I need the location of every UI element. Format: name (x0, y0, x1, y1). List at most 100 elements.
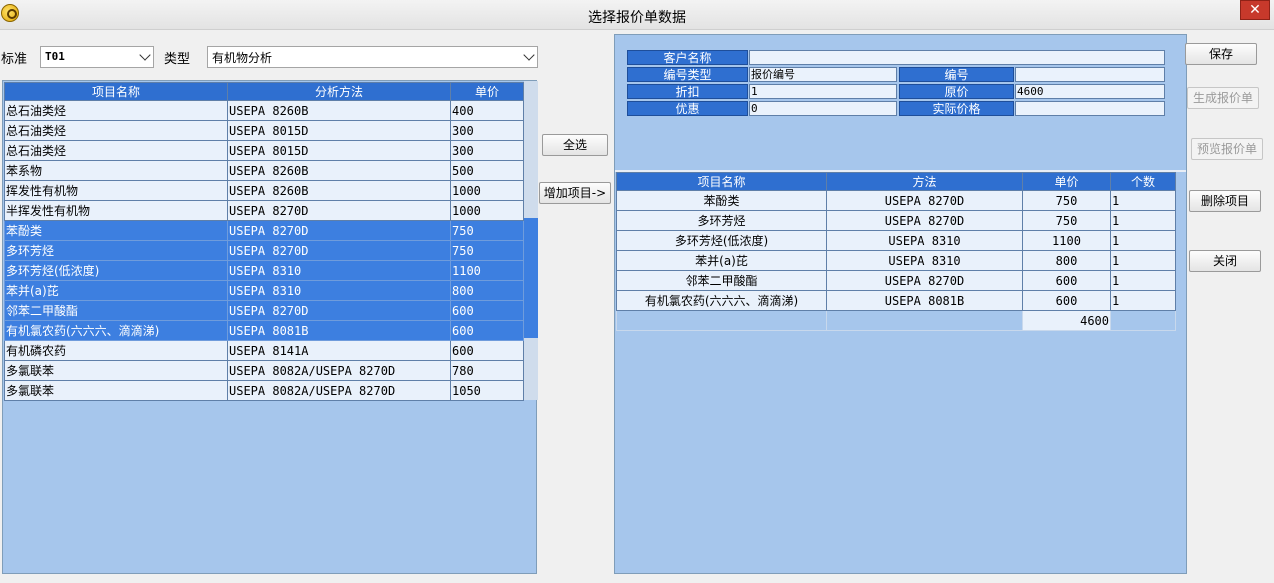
table-row[interactable]: 总石油类烃 USEPA 8015D 300 (4, 140, 524, 161)
select-all-button[interactable]: 全选 (542, 134, 608, 156)
table-row[interactable]: 苯酚类 USEPA 8270D 750 1 (616, 190, 1176, 211)
table-row[interactable]: 多环芳烃 USEPA 8270D 750 1 (616, 210, 1176, 231)
customer-name-label: 客户名称 (627, 50, 748, 65)
price-cell: 1050 (450, 380, 524, 401)
item-name-cell: 总石油类烃 (4, 140, 228, 161)
number-type-field[interactable]: 报价编号 (749, 67, 897, 82)
price-cell: 600 (450, 340, 524, 361)
method-cell: USEPA 8270D (826, 270, 1023, 291)
price-cell: 600 (450, 320, 524, 341)
method-cell: USEPA 8082A/USEPA 8270D (227, 360, 451, 381)
save-button[interactable]: 保存 (1185, 43, 1257, 65)
table-row[interactable]: 挥发性有机物 USEPA 8260B 1000 (4, 180, 524, 201)
table-row[interactable]: 有机氯农药(六六六、滴滴涕) USEPA 8081B 600 1 (616, 290, 1176, 311)
price-cell: 750 (450, 220, 524, 241)
table-row[interactable]: 总石油类烃 USEPA 8015D 300 (4, 120, 524, 141)
method-cell: USEPA 8081B (227, 320, 451, 341)
close-window-button[interactable]: ✕ (1240, 0, 1270, 20)
method-cell: USEPA 8082A/USEPA 8270D (227, 380, 451, 401)
method-cell: USEPA 8260B (227, 160, 451, 181)
table-row[interactable]: 多氯联苯 USEPA 8082A/USEPA 8270D 1050 (4, 380, 524, 401)
customer-name-field[interactable] (749, 50, 1165, 65)
col-header-item-name[interactable]: 项目名称 (616, 172, 827, 191)
table-row[interactable]: 苯并(a)芘 USEPA 8310 800 1 (616, 250, 1176, 271)
method-cell: USEPA 8141A (227, 340, 451, 361)
delete-item-button[interactable]: 删除项目 (1189, 190, 1261, 212)
item-name-cell: 多环芳烃(低浓度) (4, 260, 228, 281)
method-cell: USEPA 8260B (227, 100, 451, 121)
item-name-cell: 多氯联苯 (4, 380, 228, 401)
item-name-cell: 总石油类烃 (4, 120, 228, 141)
method-cell: USEPA 8081B (826, 290, 1023, 311)
item-name-cell: 挥发性有机物 (4, 180, 228, 201)
item-name-cell: 多环芳烃 (4, 240, 228, 261)
actual-price-field[interactable] (1015, 101, 1165, 116)
col-header-method[interactable]: 方法 (826, 172, 1023, 191)
method-cell: USEPA 8310 (227, 260, 451, 281)
count-cell: 1 (1110, 250, 1176, 271)
table-row[interactable]: 苯并(a)芘 USEPA 8310 800 (4, 280, 524, 301)
item-name-cell: 多氯联苯 (4, 360, 228, 381)
count-cell: 1 (1110, 230, 1176, 251)
table-row[interactable]: 多环芳烃(低浓度) USEPA 8310 1100 (4, 260, 524, 281)
method-cell: USEPA 8310 (227, 280, 451, 301)
col-header-method[interactable]: 分析方法 (227, 82, 451, 101)
available-items-grid: 项目名称 分析方法 单价 总石油类烃 USEPA 8260B 400 总石油类烃 USE… (4, 82, 524, 401)
type-select[interactable]: 有机物分析 (207, 46, 538, 68)
item-name-cell: 邻苯二甲酸酯 (4, 300, 228, 321)
col-header-count[interactable]: 个数 (1110, 172, 1176, 191)
table-row[interactable]: 有机磷农药 USEPA 8141A 600 (4, 340, 524, 361)
vertical-scrollbar[interactable] (524, 81, 538, 400)
window-title: 选择报价单数据 (588, 10, 686, 26)
table-row[interactable]: 有机氯农药(六六六、滴滴涕) USEPA 8081B 600 (4, 320, 524, 341)
table-row[interactable]: 总石油类烃 USEPA 8260B 400 (4, 100, 524, 121)
chevron-down-icon (523, 49, 535, 61)
price-cell: 500 (450, 160, 524, 181)
title-bar: 选择报价单数据 ✕ (0, 0, 1274, 30)
col-header-price[interactable]: 单价 (1022, 172, 1111, 191)
count-cell: 1 (1110, 210, 1176, 231)
close-button[interactable]: 关闭 (1189, 250, 1261, 272)
table-row[interactable]: 邻苯二甲酸酯 USEPA 8270D 600 1 (616, 270, 1176, 291)
method-cell: USEPA 8270D (227, 300, 451, 321)
number-field[interactable] (1015, 67, 1165, 82)
preview-quote-button[interactable]: 预览报价单 (1191, 138, 1263, 160)
table-row[interactable]: 多氯联苯 USEPA 8082A/USEPA 8270D 780 (4, 360, 524, 381)
price-cell: 750 (1022, 190, 1111, 211)
table-row[interactable]: 多环芳烃 USEPA 8270D 750 (4, 240, 524, 261)
price-cell: 600 (1022, 270, 1111, 291)
col-header-item-name[interactable]: 项目名称 (4, 82, 228, 101)
price-cell: 1000 (450, 180, 524, 201)
item-name-cell: 苯并(a)芘 (4, 280, 228, 301)
item-name-cell: 多环芳烃 (616, 210, 827, 231)
table-row[interactable]: 苯系物 USEPA 8260B 500 (4, 160, 524, 181)
grid-header-row: 项目名称 分析方法 单价 (4, 82, 524, 101)
item-name-cell: 苯酚类 (4, 220, 228, 241)
price-cell: 750 (1022, 210, 1111, 231)
col-header-price[interactable]: 单价 (450, 82, 524, 101)
actual-price-label: 实际价格 (899, 101, 1014, 116)
price-cell: 750 (450, 240, 524, 261)
original-price-field[interactable]: 4600 (1015, 84, 1165, 99)
count-cell: 1 (1110, 270, 1176, 291)
method-cell: USEPA 8270D (227, 200, 451, 221)
table-row[interactable]: 邻苯二甲酸酯 USEPA 8270D 600 (4, 300, 524, 321)
selected-items-grid: 项目名称 方法 单价 个数 苯酚类 USEPA 8270D 750 1 多环芳烃 USEP… (616, 172, 1176, 331)
standard-label: 标准 (1, 52, 28, 67)
table-row[interactable]: 多环芳烃(低浓度) USEPA 8310 1100 1 (616, 230, 1176, 251)
discount-field[interactable]: 1 (749, 84, 897, 99)
table-row[interactable]: 半挥发性有机物 USEPA 8270D 1000 (4, 200, 524, 221)
price-cell: 300 (450, 140, 524, 161)
price-cell: 780 (450, 360, 524, 381)
promotion-field[interactable]: 0 (749, 101, 897, 116)
add-items-button[interactable]: 增加项目-> (539, 182, 611, 204)
count-cell: 1 (1110, 290, 1176, 311)
method-cell: USEPA 8270D (227, 240, 451, 261)
item-name-cell: 半挥发性有机物 (4, 200, 228, 221)
standard-selected-value: T01 (45, 50, 65, 63)
generate-quote-button[interactable]: 生成报价单 (1187, 87, 1259, 109)
scrollbar-thumb[interactable] (524, 218, 538, 338)
table-row[interactable]: 苯酚类 USEPA 8270D 750 (4, 220, 524, 241)
standard-select[interactable]: T01 (40, 46, 154, 68)
number-label: 编号 (899, 67, 1014, 82)
